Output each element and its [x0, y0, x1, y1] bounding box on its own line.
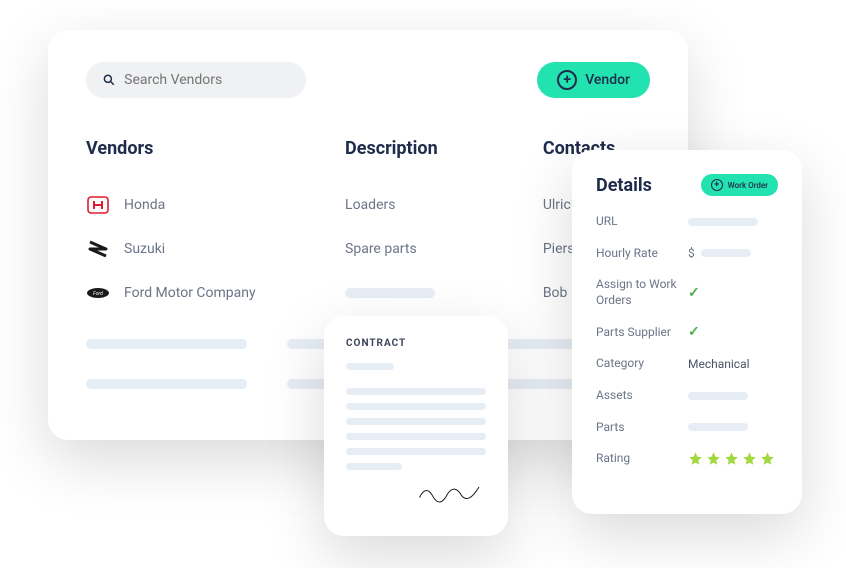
- star-icon: [724, 451, 739, 466]
- contract-card: CONTRACT: [324, 316, 508, 536]
- signature-icon: [416, 480, 486, 508]
- ford-logo-icon: Ford: [86, 281, 110, 305]
- honda-logo-icon: [86, 193, 110, 217]
- details-panel: Details + Work Order URL Hourly Rate $ A…: [572, 150, 802, 514]
- work-order-label: Work Order: [728, 181, 768, 190]
- placeholder: [688, 392, 748, 400]
- placeholder: [346, 448, 486, 455]
- star-icon: [706, 451, 721, 466]
- toolbar: + Vendor: [86, 62, 650, 98]
- detail-row-parts-supplier: Parts Supplier ✓: [596, 324, 778, 340]
- placeholder: [346, 463, 402, 470]
- detail-label: URL: [596, 214, 688, 230]
- detail-label: Category: [596, 356, 688, 372]
- placeholder: [346, 363, 394, 370]
- vendors-header: Vendors: [86, 138, 285, 159]
- placeholder: [346, 433, 486, 440]
- table-row: [345, 271, 483, 315]
- vendor-name: Honda: [124, 197, 165, 213]
- details-header: Details + Work Order: [596, 174, 778, 196]
- detail-label: Rating: [596, 451, 688, 467]
- vendors-table: Vendors Honda Suzuki Ford Ford Motor Com…: [86, 138, 650, 315]
- placeholder: [346, 418, 486, 425]
- rating-stars: [688, 451, 775, 466]
- placeholder: [346, 388, 486, 395]
- placeholder: [688, 218, 758, 226]
- placeholder: [346, 403, 486, 410]
- check-icon: ✓: [688, 324, 700, 340]
- details-title: Details: [596, 175, 652, 196]
- table-row[interactable]: Suzuki: [86, 227, 285, 271]
- star-icon: [688, 451, 703, 466]
- detail-label: Assets: [596, 388, 688, 404]
- table-row: Loaders: [345, 183, 483, 227]
- detail-label: Hourly Rate: [596, 246, 688, 262]
- search-input-wrapper[interactable]: [86, 62, 306, 98]
- detail-row-assets: Assets: [596, 388, 778, 404]
- vendor-name: Ford Motor Company: [124, 285, 256, 301]
- detail-row-assign: Assign to Work Orders ✓: [596, 277, 778, 308]
- signature: [346, 480, 486, 512]
- star-icon: [742, 451, 757, 466]
- detail-row-hourly-rate: Hourly Rate $: [596, 246, 778, 262]
- search-icon: [102, 72, 116, 88]
- detail-row-category: Category Mechanical: [596, 356, 778, 372]
- placeholder: [86, 379, 247, 389]
- svg-text:Ford: Ford: [93, 291, 103, 297]
- description-text: Loaders: [345, 197, 395, 213]
- detail-label: Parts: [596, 420, 688, 436]
- vendor-name: Suzuki: [124, 241, 165, 257]
- placeholder: [701, 249, 751, 257]
- placeholder: [345, 288, 435, 298]
- detail-row-url: URL: [596, 214, 778, 230]
- description-header: Description: [345, 138, 483, 159]
- placeholder: [688, 423, 748, 431]
- plus-icon: +: [711, 179, 723, 191]
- check-icon: ✓: [688, 285, 700, 301]
- vendors-column: Vendors Honda Suzuki Ford Ford Motor Com…: [86, 138, 285, 315]
- plus-icon: +: [557, 70, 577, 90]
- suzuki-logo-icon: [86, 237, 110, 261]
- placeholder: [86, 339, 247, 349]
- description-text: Spare parts: [345, 241, 417, 257]
- table-row[interactable]: Ford Ford Motor Company: [86, 271, 285, 315]
- add-vendor-label: Vendor: [585, 72, 630, 88]
- add-vendor-button[interactable]: + Vendor: [537, 62, 650, 98]
- detail-label: Parts Supplier: [596, 325, 688, 341]
- table-row: Spare parts: [345, 227, 483, 271]
- table-row[interactable]: Honda: [86, 183, 285, 227]
- category-value: Mechanical: [688, 357, 778, 371]
- detail-row-rating: Rating: [596, 451, 778, 467]
- search-input[interactable]: [124, 72, 290, 88]
- detail-label: Assign to Work Orders: [596, 277, 688, 308]
- detail-row-parts: Parts: [596, 420, 778, 436]
- description-column: Description Loaders Spare parts: [345, 138, 483, 315]
- contract-title: CONTRACT: [346, 338, 486, 349]
- currency-prefix: $: [688, 246, 695, 260]
- work-order-button[interactable]: + Work Order: [701, 174, 778, 196]
- star-icon: [760, 451, 775, 466]
